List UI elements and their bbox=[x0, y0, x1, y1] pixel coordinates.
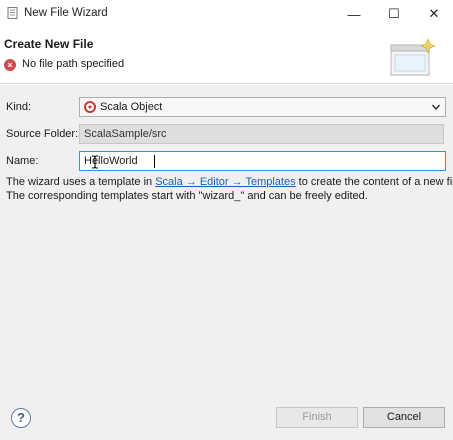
error-message: No file path specified bbox=[22, 58, 125, 70]
templates-link[interactable]: Scala → Editor → Templates bbox=[155, 176, 295, 188]
info-suffix: to create the content of a new file. bbox=[295, 176, 453, 188]
source-folder-field: ScalaSample/src bbox=[79, 124, 444, 144]
kind-dropdown[interactable]: Scala Object bbox=[79, 97, 446, 117]
title-bar: New File Wizard — ☐ ✕ bbox=[0, 0, 453, 28]
close-button[interactable]: ✕ bbox=[416, 0, 452, 28]
source-folder-label: Source Folder: bbox=[6, 128, 79, 140]
help-icon[interactable]: ? bbox=[11, 408, 31, 428]
error-icon: × bbox=[4, 59, 16, 71]
new-file-wizard-icon bbox=[7, 7, 18, 19]
cancel-button[interactable]: Cancel bbox=[363, 407, 445, 428]
wizard-header: Create New File × No file path specified bbox=[0, 28, 453, 84]
window-title: New File Wizard bbox=[24, 7, 108, 19]
scala-object-icon bbox=[84, 101, 96, 113]
source-folder-value: ScalaSample/src bbox=[84, 128, 167, 140]
text-cursor-icon bbox=[92, 155, 98, 169]
info-prefix: The wizard uses a template in bbox=[6, 176, 156, 188]
template-info-line-2: The corresponding templates start with "… bbox=[6, 190, 368, 202]
text-caret bbox=[154, 155, 155, 168]
minimize-icon: — bbox=[347, 6, 361, 22]
name-input[interactable]: HelloWorld bbox=[79, 151, 446, 171]
chevron-down-icon[interactable] bbox=[431, 101, 441, 113]
name-label: Name: bbox=[6, 155, 39, 167]
wizard-banner-icon bbox=[390, 38, 436, 76]
form-area: Kind: Scala Object Source Folder: ScalaS… bbox=[0, 85, 453, 400]
template-info-line-1: The wizard uses a template in Scala → Ed… bbox=[6, 176, 453, 188]
kind-label: Kind: bbox=[6, 101, 32, 113]
maximize-button[interactable]: ☐ bbox=[376, 0, 412, 28]
page-title: Create New File bbox=[4, 37, 94, 51]
minimize-button[interactable]: — bbox=[336, 0, 372, 28]
maximize-icon: ☐ bbox=[388, 6, 400, 21]
close-icon: ✕ bbox=[428, 6, 440, 21]
kind-selected-value: Scala Object bbox=[100, 101, 163, 113]
button-bar: ? Finish Cancel bbox=[0, 400, 453, 440]
finish-button[interactable]: Finish bbox=[276, 407, 358, 428]
